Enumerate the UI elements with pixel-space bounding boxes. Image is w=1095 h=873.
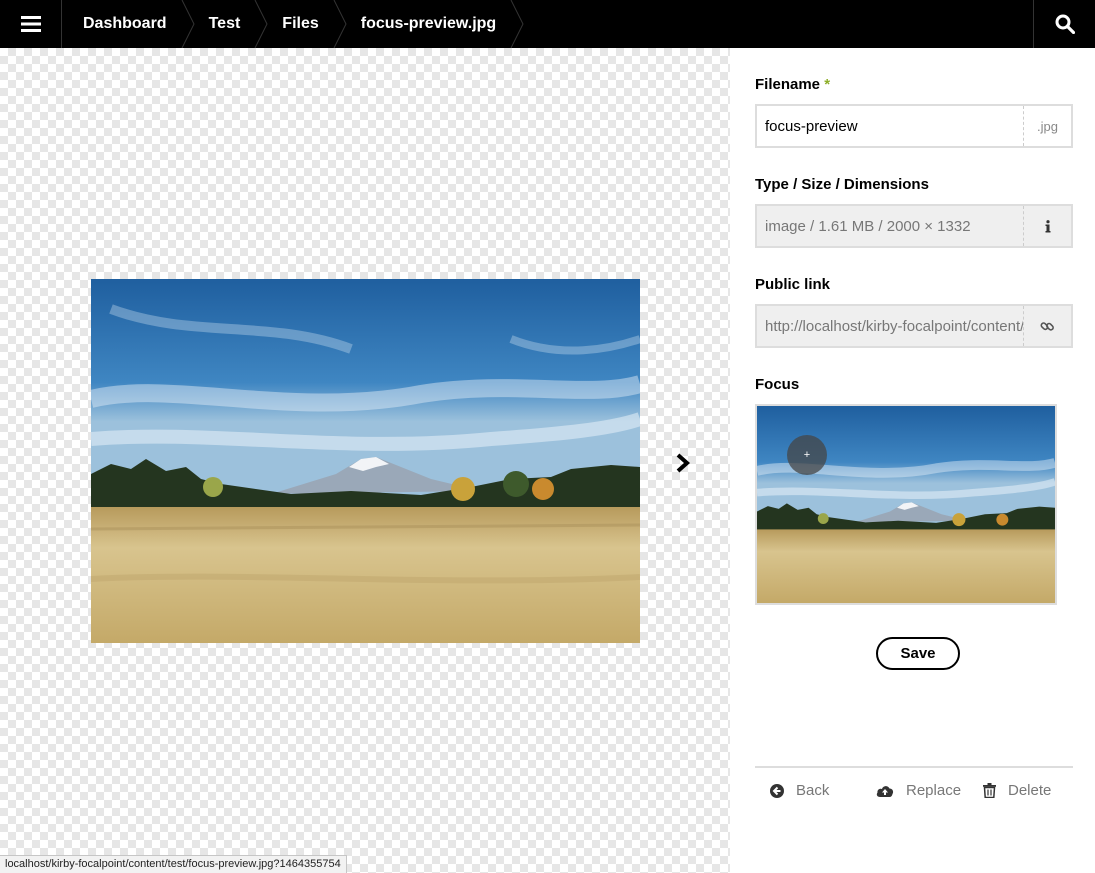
file-info-field: image / 1.61 MB / 2000 × 1332 [755, 204, 1073, 248]
public-link-field: http://localhost/kirby-focalpoint/conten… [755, 304, 1073, 348]
open-link-button[interactable] [1023, 306, 1071, 346]
chevron-right-icon[interactable] [674, 452, 692, 474]
status-url: localhost/kirby-focalpoint/content/test/… [0, 855, 347, 873]
delete-button[interactable]: Delete [983, 782, 1051, 799]
search-button[interactable] [1033, 0, 1095, 48]
info-button[interactable] [1023, 206, 1071, 246]
file-sidebar: Filename * focus-preview .jpg Type / Siz… [730, 48, 1095, 873]
file-preview-image[interactable] [91, 279, 640, 643]
focus-picker[interactable]: + [755, 404, 1057, 605]
search-icon [1055, 14, 1075, 34]
replace-label: Replace [906, 782, 962, 799]
back-button[interactable]: Back [770, 782, 829, 799]
arrow-circle-left-icon [770, 783, 784, 798]
file-info-value: image / 1.61 MB / 2000 × 1332 [765, 217, 971, 235]
replace-button[interactable]: Replace [876, 782, 961, 799]
breadcrumb-files[interactable]: Files [261, 0, 347, 48]
cloud-upload-icon [876, 785, 894, 797]
info-icon [1045, 219, 1050, 232]
filename-label-text: Filename [755, 76, 821, 93]
required-mark: * [824, 76, 831, 93]
breadcrumb-current-file[interactable]: focus-preview.jpg [340, 0, 524, 48]
breadcrumb-separator [333, 0, 347, 48]
breadcrumb-separator [254, 0, 268, 48]
trash-icon [983, 783, 996, 798]
breadcrumb-label: Files [282, 15, 319, 32]
filename-input[interactable]: focus-preview [757, 118, 1023, 135]
public-link-label: Public link [755, 276, 831, 293]
save-button[interactable]: Save [876, 637, 960, 670]
focus-marker-plus: + [803, 449, 811, 461]
breadcrumb-separator [510, 0, 524, 48]
top-bar: Dashboard Test Files focus-preview.jpg [0, 0, 1095, 48]
breadcrumb-test[interactable]: Test [188, 0, 268, 48]
filename-label: Filename * [755, 76, 830, 93]
breadcrumb: Dashboard Test Files focus-preview.jpg [62, 0, 524, 48]
breadcrumb-label: Test [208, 15, 241, 32]
breadcrumb-label: Dashboard [83, 15, 167, 32]
filename-extension: .jpg [1023, 106, 1071, 146]
link-icon [1040, 321, 1054, 331]
hamburger-icon [20, 16, 41, 32]
breadcrumb-separator [181, 0, 195, 48]
breadcrumb-label: focus-preview.jpg [360, 15, 497, 32]
public-link-value[interactable]: http://localhost/kirby-focalpoint/conten… [757, 318, 1023, 335]
focus-label: Focus [755, 376, 800, 393]
filename-field[interactable]: focus-preview .jpg [755, 104, 1073, 148]
delete-label: Delete [1008, 782, 1052, 799]
file-info-label: Type / Size / Dimensions [755, 176, 929, 193]
back-label: Back [796, 782, 830, 799]
breadcrumb-dashboard[interactable]: Dashboard [62, 0, 195, 48]
divider [755, 766, 1073, 768]
file-preview-area: localhost/kirby-focalpoint/content/test/… [0, 48, 730, 873]
focus-point-marker[interactable]: + [787, 435, 827, 475]
menu-button[interactable] [0, 0, 62, 48]
